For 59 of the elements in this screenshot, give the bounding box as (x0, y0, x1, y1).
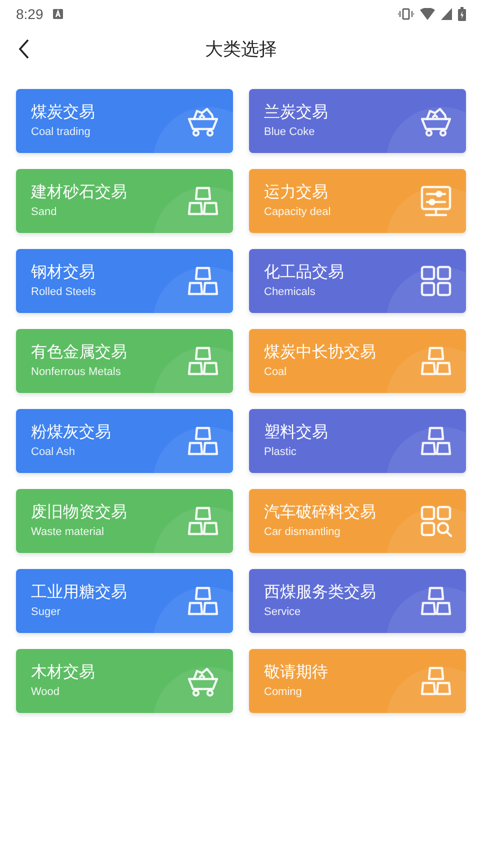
category-subtitle: Rolled Steels (31, 285, 96, 300)
category-name: 兰炭交易 (264, 102, 328, 123)
category-subtitle: Nonferrous Metals (31, 365, 122, 380)
category-card[interactable]: 工业用糖交易 Suger (16, 569, 233, 633)
category-subtitle: Coming (264, 685, 303, 700)
category-card[interactable]: 煤炭交易 Coal trading (16, 89, 233, 153)
category-card[interactable]: 敬请期待 Coming (249, 649, 466, 713)
vibrate-icon (398, 8, 414, 20)
category-card[interactable]: 废旧物资交易 Waste material (16, 489, 233, 553)
category-subtitle: Service (264, 605, 302, 620)
category-subtitle: Wood (31, 685, 61, 700)
category-name: 西煤服务类交易 (264, 582, 376, 603)
category-subtitle: Blue Coke (264, 125, 316, 140)
category-subtitle: Chemicals (264, 285, 316, 300)
category-subtitle: Coal (264, 365, 288, 380)
category-name: 钢材交易 (31, 262, 96, 283)
category-subtitle: Waste material (31, 525, 105, 540)
category-subtitle: Suger (31, 605, 62, 620)
category-card[interactable]: 塑料交易 Plastic (249, 409, 466, 473)
category-name: 运力交易 (264, 182, 329, 203)
category-card[interactable]: 煤炭中长协交易 Coal (249, 329, 466, 393)
battery-icon (458, 7, 466, 21)
category-subtitle: Sand (31, 205, 58, 220)
category-name: 化工品交易 (264, 262, 344, 283)
category-card[interactable]: 运力交易 Capacity deal (249, 169, 466, 233)
category-card[interactable]: 钢材交易 Rolled Steels (16, 249, 233, 313)
monitor-icon (418, 183, 454, 219)
category-name: 煤炭交易 (31, 102, 95, 123)
category-card[interactable]: 粉煤灰交易 Coal Ash (16, 409, 233, 473)
category-name: 煤炭中长协交易 (264, 342, 376, 363)
category-card[interactable]: 有色金属交易 Nonferrous Metals (16, 329, 233, 393)
category-subtitle: Car dismantling (264, 525, 342, 540)
back-icon (18, 39, 30, 59)
category-name: 木材交易 (31, 662, 95, 683)
category-card[interactable]: 汽车破碎料交易 Car dismantling (249, 489, 466, 553)
category-subtitle: Capacity deal (264, 205, 331, 220)
signal-icon (441, 8, 452, 20)
category-card[interactable]: 化工品交易 Chemicals (249, 249, 466, 313)
category-name: 建材砂石交易 (31, 182, 127, 203)
category-name: 废旧物资交易 (31, 502, 127, 523)
category-name: 有色金属交易 (31, 342, 127, 363)
page-title: 大类选择 (205, 38, 277, 60)
category-name: 粉煤灰交易 (31, 422, 111, 443)
category-name: 工业用糖交易 (31, 582, 127, 603)
category-name: 塑料交易 (264, 422, 328, 443)
category-card[interactable]: 木材交易 Wood (16, 649, 233, 713)
category-subtitle: Plastic (264, 445, 298, 460)
notification-icon (53, 9, 64, 19)
grid-search-icon (418, 503, 454, 539)
category-card[interactable]: 西煤服务类交易 Service (249, 569, 466, 633)
category-card[interactable]: 兰炭交易 Blue Coke (249, 89, 466, 153)
status-time: 8:29 (16, 4, 44, 24)
category-subtitle: Coal trading (31, 125, 92, 140)
wifi-icon (420, 8, 435, 20)
category-card[interactable]: 建材砂石交易 Sand (16, 169, 233, 233)
category-name: 汽车破碎料交易 (264, 502, 376, 523)
category-name: 敬请期待 (264, 662, 328, 683)
category-subtitle: Coal Ash (31, 445, 76, 460)
grid-icon (418, 263, 454, 299)
